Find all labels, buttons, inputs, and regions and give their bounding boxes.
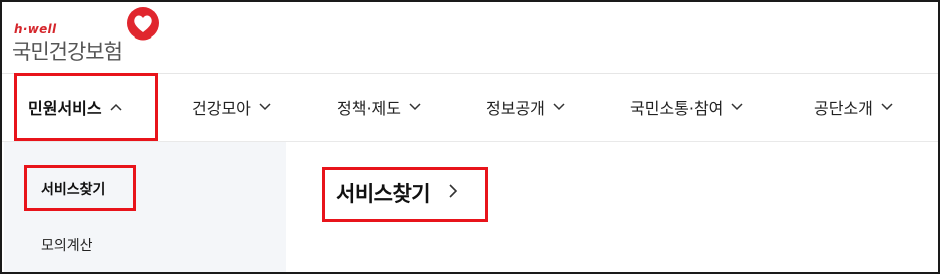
- chevron-down-icon: [881, 100, 893, 115]
- chevron-right-icon: [448, 183, 458, 204]
- main-nav: 민원서비스 건강모아 정책·제도 정보공개 국민소통·참여 공단소개: [2, 74, 938, 140]
- page-frame: h·well 국민건강보험 민원서비스 건강모아 정책·제도 정보공개 국민소통…: [0, 0, 940, 274]
- nav-item-participation[interactable]: 국민소통·참여: [630, 74, 743, 140]
- page-title: 서비스찾기: [336, 182, 431, 206]
- nav-item-label: 공단소개: [814, 99, 873, 118]
- chevron-up-icon: [110, 100, 122, 115]
- nav-item-label: 건강모아: [192, 99, 251, 118]
- nav-item-civil-services[interactable]: 민원서비스: [28, 74, 122, 140]
- nav-item-policy[interactable]: 정책·제도: [337, 74, 421, 140]
- sidebar-item-simulation[interactable]: 모의계산: [41, 235, 93, 255]
- site-logo[interactable]: h·well 국민건강보험: [12, 6, 172, 66]
- nav-item-label: 국민소통·참여: [630, 99, 724, 118]
- service-finder-link[interactable]: 서비스찾기: [336, 178, 458, 208]
- chevron-down-icon: [259, 100, 271, 115]
- nav-item-label: 민원서비스: [28, 99, 102, 118]
- nav-item-label: 정책·제도: [337, 99, 401, 118]
- nav-item-label: 정보공개: [486, 99, 545, 118]
- heart-pin-icon: [127, 7, 159, 41]
- logo-brand-tag: h·well: [14, 22, 57, 36]
- nav-item-about[interactable]: 공단소개: [814, 74, 893, 140]
- nav-item-disclosure[interactable]: 정보공개: [486, 74, 565, 140]
- chevron-down-icon: [409, 100, 421, 115]
- logo-name: 국민건강보험: [12, 40, 123, 64]
- chevron-down-icon: [553, 100, 565, 115]
- sidebar-item-service-finder[interactable]: 서비스찾기: [41, 179, 105, 199]
- chevron-down-icon: [731, 100, 743, 115]
- nav-item-health[interactable]: 건강모아: [192, 74, 271, 140]
- sidebar: 서비스찾기 모의계산: [4, 142, 286, 272]
